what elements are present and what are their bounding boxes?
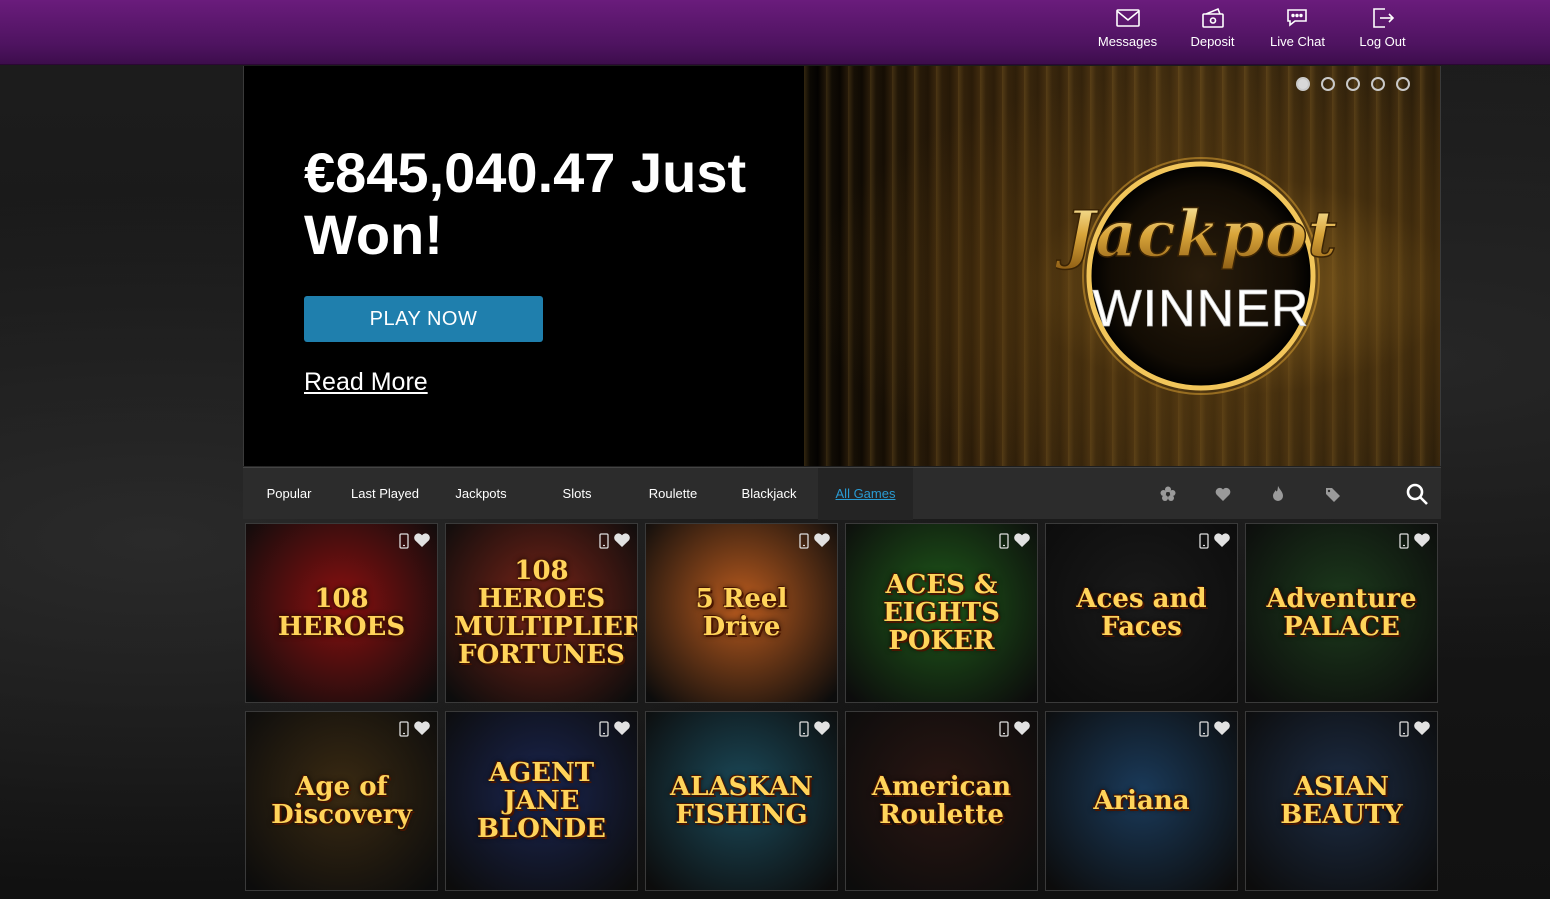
play-now-button[interactable]: PLAY NOW [304, 296, 543, 342]
game-category-tabs: Popular Last Played Jackpots Slots Roule… [243, 467, 1441, 520]
tag-icon[interactable] [1324, 485, 1342, 503]
carousel-dot[interactable] [1321, 77, 1335, 91]
favorite-heart-icon[interactable] [813, 720, 831, 736]
game-title: 108 HEROES [277, 584, 406, 642]
game-title: 108 HEROES MULTIPLIER FORTUNES [454, 556, 638, 670]
log-out-button[interactable]: Log Out [1340, 0, 1425, 65]
favorite-heart-icon[interactable] [1213, 532, 1231, 548]
heart-icon[interactable] [1214, 485, 1232, 503]
mobile-icon [1399, 533, 1409, 549]
tab-all-games[interactable]: All Games [818, 468, 913, 520]
deposit-label: Deposit [1190, 34, 1235, 49]
flame-icon[interactable] [1269, 485, 1287, 503]
game-title: ASIAN BEAUTY [1280, 772, 1403, 830]
favorite-heart-icon[interactable] [1413, 720, 1431, 736]
game-tile[interactable]: ASIAN BEAUTY [1245, 711, 1438, 891]
game-title: ACES & EIGHTS POKER [883, 570, 1000, 656]
carousel-dots [1296, 77, 1410, 91]
favorite-heart-icon[interactable] [813, 532, 831, 548]
carousel-dot[interactable] [1371, 77, 1385, 91]
hero-banner: €845,040.47 Just Won! PLAY NOW Read More… [243, 66, 1441, 466]
game-tile[interactable]: 108 HEROES MULTIPLIER FORTUNES [445, 523, 638, 703]
favorite-heart-icon[interactable] [1413, 532, 1431, 548]
log-out-label: Log Out [1359, 34, 1406, 49]
mobile-icon [799, 721, 809, 737]
game-tile[interactable]: 108 HEROES [245, 523, 438, 703]
game-tile[interactable]: Ariana [1045, 711, 1238, 891]
top-nav: Messages Deposit Live Chat Log Out [1085, 0, 1425, 65]
wallet-icon [1201, 7, 1224, 28]
carousel-dot[interactable] [1296, 77, 1310, 91]
game-title: 5 Reel Drive [695, 584, 788, 642]
game-tile[interactable]: Aces and Faces [1045, 523, 1238, 703]
mobile-icon [799, 533, 809, 549]
favorite-heart-icon[interactable] [413, 720, 431, 736]
game-title: Adventure PALACE [1266, 584, 1417, 642]
favorite-heart-icon[interactable] [1213, 720, 1231, 736]
tab-roulette[interactable]: Roulette [635, 468, 711, 520]
chat-icon [1286, 9, 1307, 27]
top-bar: Messages Deposit Live Chat Log Out [0, 0, 1550, 65]
carousel-dot[interactable] [1396, 77, 1410, 91]
game-tile[interactable]: American Roulette [845, 711, 1038, 891]
game-title: Ariana [1093, 786, 1190, 816]
logout-icon [1372, 8, 1394, 28]
carousel-dot[interactable] [1346, 77, 1360, 91]
hero-title: €845,040.47 Just Won! [304, 141, 747, 266]
tab-slots[interactable]: Slots [539, 468, 615, 520]
mobile-icon [399, 533, 409, 549]
tab-jackpots[interactable]: Jackpots [443, 468, 519, 520]
mobile-icon [999, 533, 1009, 549]
game-tile[interactable]: Age of Discovery [245, 711, 438, 891]
mobile-icon [1199, 721, 1209, 737]
mobile-icon [1199, 533, 1209, 549]
mobile-icon [599, 533, 609, 549]
deposit-button[interactable]: Deposit [1170, 0, 1255, 65]
logo-script-text: Jackpot [1056, 197, 1337, 272]
live-chat-button[interactable]: Live Chat [1255, 0, 1340, 65]
search-icon[interactable] [1405, 482, 1429, 506]
flower-icon[interactable] [1159, 485, 1177, 503]
tab-popular[interactable]: Popular [253, 468, 325, 520]
game-title: AGENT JANE BLONDE [476, 758, 607, 844]
favorite-heart-icon[interactable] [413, 532, 431, 548]
game-tile[interactable]: 5 Reel Drive [645, 523, 838, 703]
tab-blackjack[interactable]: Blackjack [731, 468, 807, 520]
messages-button[interactable]: Messages [1085, 0, 1170, 65]
live-chat-label: Live Chat [1270, 34, 1325, 49]
mobile-icon [399, 721, 409, 737]
game-tile[interactable]: ALASKAN FISHING [645, 711, 838, 891]
read-more-link[interactable]: Read More [304, 368, 428, 397]
messages-label: Messages [1097, 34, 1158, 49]
game-tile[interactable]: ACES & EIGHTS POKER [845, 523, 1038, 703]
mobile-icon [1399, 721, 1409, 737]
favorite-heart-icon[interactable] [1013, 532, 1031, 548]
jackpot-winner-logo: Jackpot WINNER [1056, 157, 1338, 395]
favorite-heart-icon[interactable] [613, 532, 631, 548]
envelope-icon [1115, 9, 1140, 27]
game-tile[interactable]: AGENT JANE BLONDE [445, 711, 638, 891]
mobile-icon [599, 721, 609, 737]
game-title: American Roulette [871, 772, 1012, 830]
favorite-heart-icon[interactable] [613, 720, 631, 736]
favorite-heart-icon[interactable] [1013, 720, 1031, 736]
mobile-icon [999, 721, 1009, 737]
game-title: ALASKAN FISHING [670, 772, 813, 830]
tab-last-played[interactable]: Last Played [343, 468, 427, 520]
game-tile[interactable]: Adventure PALACE [1245, 523, 1438, 703]
logo-word-text: WINNER [1093, 280, 1310, 338]
game-title: Aces and Faces [1076, 584, 1207, 642]
game-title: Age of Discovery [271, 772, 412, 830]
